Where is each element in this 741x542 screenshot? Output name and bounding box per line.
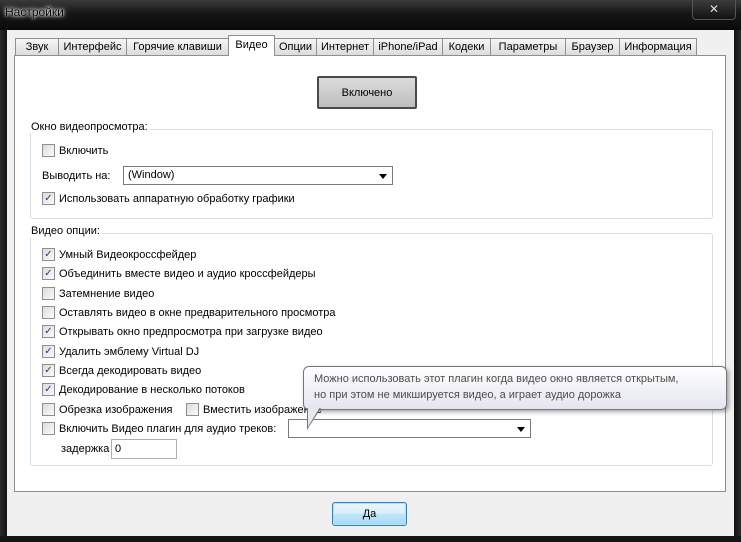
preview-enable-row[interactable]: Включить bbox=[42, 143, 108, 159]
output-to-label: Выводить на: bbox=[42, 170, 111, 182]
option-row[interactable]: ✓ Умный Видеокроссфейдер bbox=[42, 247, 196, 263]
window-frame-right bbox=[734, 30, 741, 542]
tab-options[interactable]: Опции bbox=[274, 38, 317, 55]
window-frame-bottom bbox=[0, 536, 741, 542]
option-label: Затемнение видео bbox=[59, 288, 155, 300]
option-row[interactable]: Оставлять видео в окне предварительного … bbox=[42, 305, 335, 321]
plugin-label: Включить Видео плагин для аудио треков: bbox=[59, 423, 277, 435]
tab-iphone-ipad[interactable]: iPhone/iPad bbox=[373, 38, 443, 55]
delay-label: задержка bbox=[61, 443, 110, 455]
window-frame-left bbox=[0, 30, 7, 542]
close-icon[interactable]: ✕ bbox=[692, 0, 736, 20]
checkbox-checked-icon[interactable]: ✓ bbox=[42, 191, 55, 205]
tab-browser[interactable]: Браузер bbox=[565, 38, 620, 55]
option-label: Умный Видеокроссфейдер bbox=[59, 249, 197, 261]
output-to-value: (Window) bbox=[128, 169, 175, 181]
tooltip-line: Можно использовать этот плагин когда вид… bbox=[314, 373, 679, 385]
video-options-group-label: Видео опции: bbox=[29, 225, 102, 237]
tooltip: Можно использовать этот плагин когда вид… bbox=[303, 366, 727, 410]
tab-parameters[interactable]: Параметры bbox=[490, 38, 566, 55]
dialog-client: Звук Интерфейс Горячие клавиши Видео Опц… bbox=[7, 30, 734, 536]
preview-window-group-label: Окно видеопросмотра: bbox=[29, 121, 150, 133]
crop-row[interactable]: Обрезка изображения bbox=[42, 402, 173, 418]
checkbox-checked-icon[interactable]: ✓ bbox=[42, 344, 55, 358]
checkbox-icon[interactable] bbox=[42, 305, 55, 319]
ok-button[interactable]: Да bbox=[332, 502, 407, 526]
checkbox-icon[interactable] bbox=[42, 421, 55, 435]
option-row[interactable]: ✓ Удалить эмблему Virtual DJ bbox=[42, 344, 199, 360]
chevron-down-icon bbox=[517, 427, 525, 432]
option-row[interactable]: ✓ Открывать окно предпросмотра при загруз… bbox=[42, 324, 323, 340]
title-bar: Настройки ✕ bbox=[0, 0, 741, 30]
video-enabled-button[interactable]: Включено bbox=[317, 76, 417, 109]
tooltip-pointer-fill bbox=[308, 407, 320, 427]
crop-label: Обрезка изображения bbox=[59, 404, 173, 416]
tab-information[interactable]: Информация bbox=[619, 38, 697, 55]
window-title: Настройки bbox=[5, 5, 64, 19]
option-label: Открывать окно предпросмотра при загрузк… bbox=[59, 326, 323, 338]
checkbox-checked-icon[interactable]: ✓ bbox=[42, 266, 55, 280]
checkbox-checked-icon[interactable]: ✓ bbox=[42, 247, 55, 261]
option-row[interactable]: ✓ Объединить вместе видео и аудио кроссфе… bbox=[42, 266, 316, 282]
hw-acceleration-row[interactable]: ✓ Использовать аппаратную обработку графи… bbox=[42, 191, 295, 207]
checkbox-checked-icon[interactable]: ✓ bbox=[42, 363, 55, 377]
plugin-select[interactable] bbox=[288, 419, 531, 438]
option-row[interactable]: ✓ Всегда декодировать видео bbox=[42, 363, 201, 379]
plugin-row[interactable]: Включить Видео плагин для аудио треков: bbox=[42, 421, 276, 437]
checkbox-checked-icon[interactable]: ✓ bbox=[42, 324, 55, 338]
option-label: Всегда декодировать видео bbox=[59, 365, 202, 377]
tab-hotkeys[interactable]: Горячие клавиши bbox=[126, 38, 229, 55]
option-label: Объединить вместе видео и аудио кроссфей… bbox=[59, 268, 316, 280]
tooltip-line: но при этом не микшируется видео, а игра… bbox=[314, 389, 622, 401]
video-tab-panel: Включено Окно видеопросмотра: Включить В… bbox=[14, 55, 726, 492]
option-label: Декодирование в несколько потоков bbox=[59, 384, 245, 396]
fit-row[interactable]: Вместить изображение bbox=[186, 402, 322, 418]
checkbox-icon[interactable] bbox=[186, 402, 199, 416]
output-to-select[interactable]: (Window) bbox=[123, 166, 393, 185]
option-label: Оставлять видео в окне предварительного … bbox=[59, 307, 336, 319]
preview-enable-label: Включить bbox=[59, 145, 109, 157]
checkbox-checked-icon[interactable]: ✓ bbox=[42, 382, 55, 396]
tab-internet[interactable]: Интернет bbox=[316, 38, 374, 55]
tab-sound[interactable]: Звук bbox=[15, 38, 59, 55]
hw-acceleration-label: Использовать аппаратную обработку график… bbox=[59, 193, 295, 205]
option-row[interactable]: Затемнение видео bbox=[42, 286, 154, 302]
option-row[interactable]: ✓ Декодирование в несколько потоков bbox=[42, 382, 245, 398]
tab-codecs[interactable]: Кодеки bbox=[442, 38, 491, 55]
checkbox-icon[interactable] bbox=[42, 286, 55, 300]
chevron-down-icon bbox=[379, 174, 387, 179]
tab-interface[interactable]: Интерфейс bbox=[58, 38, 127, 55]
option-label: Удалить эмблему Virtual DJ bbox=[59, 346, 200, 358]
checkbox-icon[interactable] bbox=[42, 143, 55, 157]
tab-video[interactable]: Видео bbox=[228, 35, 275, 56]
checkbox-icon[interactable] bbox=[42, 402, 55, 416]
delay-input[interactable]: 0 bbox=[111, 439, 177, 459]
